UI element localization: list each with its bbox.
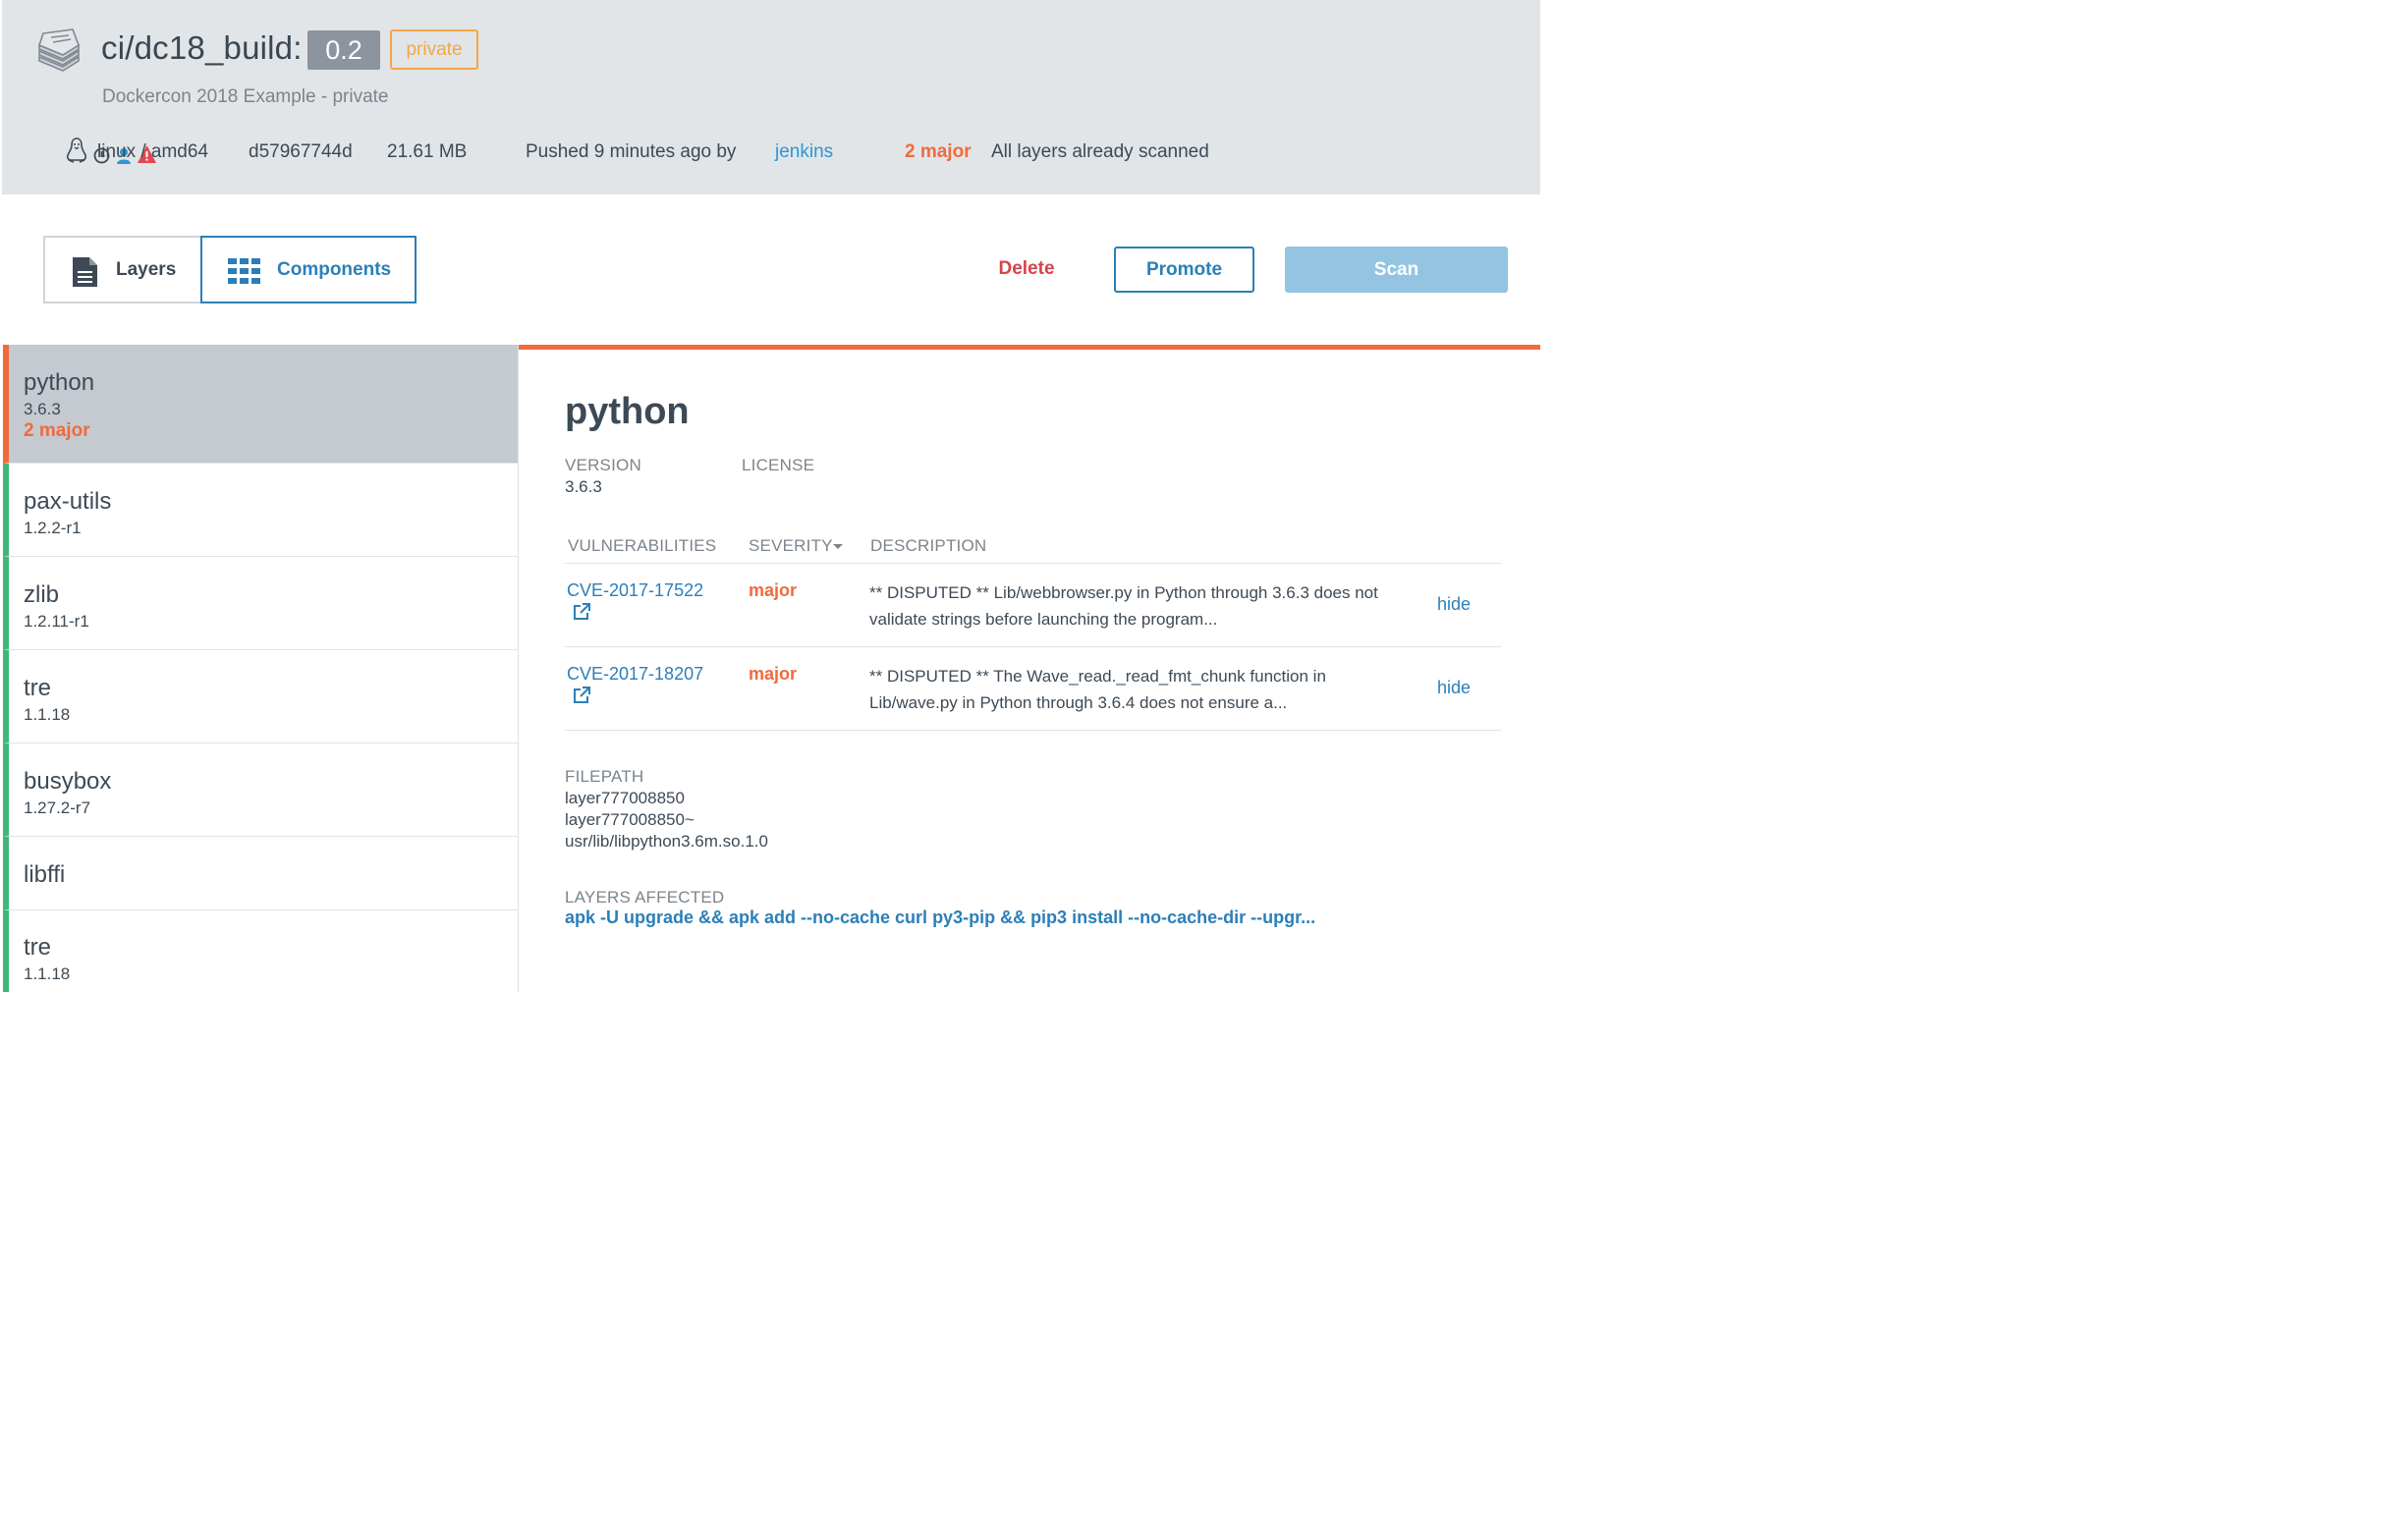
component-name: pax-utils [24, 488, 112, 515]
cve-link[interactable]: CVE-2017-17522 [567, 580, 703, 601]
pushed-info: Pushed 9 minutes ago by [526, 141, 737, 162]
component-name: busybox [24, 768, 112, 795]
component-item-tre[interactable]: tre 1.1.18 [3, 650, 518, 743]
component-version: 1.2.2-r1 [24, 519, 82, 537]
image-digest: d57967744d [249, 141, 353, 162]
document-icon [73, 257, 97, 287]
visibility-badge: private [390, 29, 478, 70]
tag-badge: 0.2 [307, 30, 380, 70]
component-severity: 2 major [24, 420, 90, 441]
filepath-item: layer777008850~ [565, 810, 695, 829]
sort-caret-icon[interactable] [833, 544, 843, 549]
component-version: 1.27.2-r7 [24, 798, 91, 817]
severity-column-header[interactable]: SEVERITY [749, 536, 833, 556]
hide-link[interactable]: hide [1437, 594, 1471, 615]
severity-accent-bar [519, 345, 1540, 350]
component-version: 1.2.11-r1 [24, 612, 89, 631]
version-value: 3.6.3 [565, 477, 602, 496]
component-name: zlib [24, 581, 60, 608]
severity-value: major [749, 580, 798, 600]
title-separator: : [293, 29, 303, 66]
vulnerabilities-column-header: VULNERABILITIES [568, 536, 717, 555]
page-title: ci/dc18_build: [101, 29, 303, 67]
component-item-busybox[interactable]: busybox 1.27.2-r7 [3, 743, 518, 837]
filepath-list: layer777008850 layer777008850~ usr/lib/l… [565, 788, 768, 852]
hide-link[interactable]: hide [1437, 678, 1471, 698]
repository-header: ci/dc18_build: 0.2 private Dockercon 201… [2, 0, 1540, 194]
tab-layers[interactable]: Layers [43, 236, 202, 303]
external-link-icon[interactable] [573, 687, 590, 704]
filepath-item: usr/lib/libpython3.6m.so.1.0 [565, 832, 768, 851]
vulnerability-description: ** DISPUTED ** The Wave_read._read_fmt_c… [869, 667, 1326, 712]
layers-affected-link[interactable]: apk -U upgrade && apk add --no-cache cur… [565, 908, 1315, 928]
image-size: 21.61 MB [387, 141, 468, 162]
cve-link[interactable]: CVE-2017-18207 [567, 664, 703, 685]
component-item-libffi[interactable]: libffi [3, 837, 518, 910]
pushed-by-user-link[interactable]: jenkins [775, 137, 833, 168]
component-version: 1.1.18 [24, 964, 71, 983]
components-list: python 3.6.3 2 major pax-utils 1.2.2-r1 … [3, 345, 519, 992]
table-row: CVE-2017-17522 major ** DISPUTED ** Lib/… [565, 564, 1501, 647]
component-name: python [24, 369, 95, 396]
component-name: tre [24, 934, 52, 961]
component-item-zlib[interactable]: zlib 1.2.11-r1 [3, 557, 518, 650]
tab-components-label: Components [277, 259, 392, 280]
repo-description: Dockercon 2018 Example - private [102, 86, 389, 107]
scan-status: All layers already scanned [991, 141, 1209, 162]
filepath-label: FILEPATH [565, 767, 644, 786]
os-arch: linux / amd64 [97, 141, 209, 162]
external-link-icon[interactable] [573, 603, 590, 621]
filepath-item: layer777008850 [565, 789, 685, 807]
component-version: 1.1.18 [24, 705, 71, 724]
component-name: libffi [24, 861, 66, 888]
tab-components[interactable]: Components [200, 236, 417, 303]
version-label: VERSION [565, 456, 641, 474]
tab-layers-label: Layers [116, 259, 177, 280]
scan-button[interactable]: Scan [1285, 247, 1508, 293]
delete-button[interactable]: Delete [978, 250, 1075, 288]
component-title: python [565, 391, 690, 432]
description-column-header: DESCRIPTION [870, 536, 987, 555]
vulnerability-description: ** DISPUTED ** Lib/webbrowser.py in Pyth… [869, 583, 1378, 629]
component-item-python[interactable]: python 3.6.3 2 major [3, 345, 518, 464]
component-item-pax-utils[interactable]: pax-utils 1.2.2-r1 [3, 464, 518, 557]
image-meta: linux / amd64 d57967744d 21.61 MB Pushed… [65, 137, 1209, 168]
vulnerability-summary: 2 major [905, 141, 972, 162]
severity-value: major [749, 664, 798, 684]
repo-name: ci/dc18_build [101, 29, 294, 66]
layers-affected-label: LAYERS AFFECTED [565, 888, 725, 907]
component-item-tre[interactable]: tre 1.1.18 [3, 910, 518, 992]
component-name: tre [24, 675, 52, 701]
stacked-repo-icon [38, 28, 80, 72]
component-version: 3.6.3 [24, 400, 61, 418]
promote-button[interactable]: Promote [1114, 247, 1254, 293]
license-label: LICENSE [742, 456, 815, 474]
grid-icon [228, 258, 260, 284]
table-row: CVE-2017-18207 major ** DISPUTED ** The … [565, 647, 1501, 731]
linux-penguin-icon [66, 138, 87, 163]
